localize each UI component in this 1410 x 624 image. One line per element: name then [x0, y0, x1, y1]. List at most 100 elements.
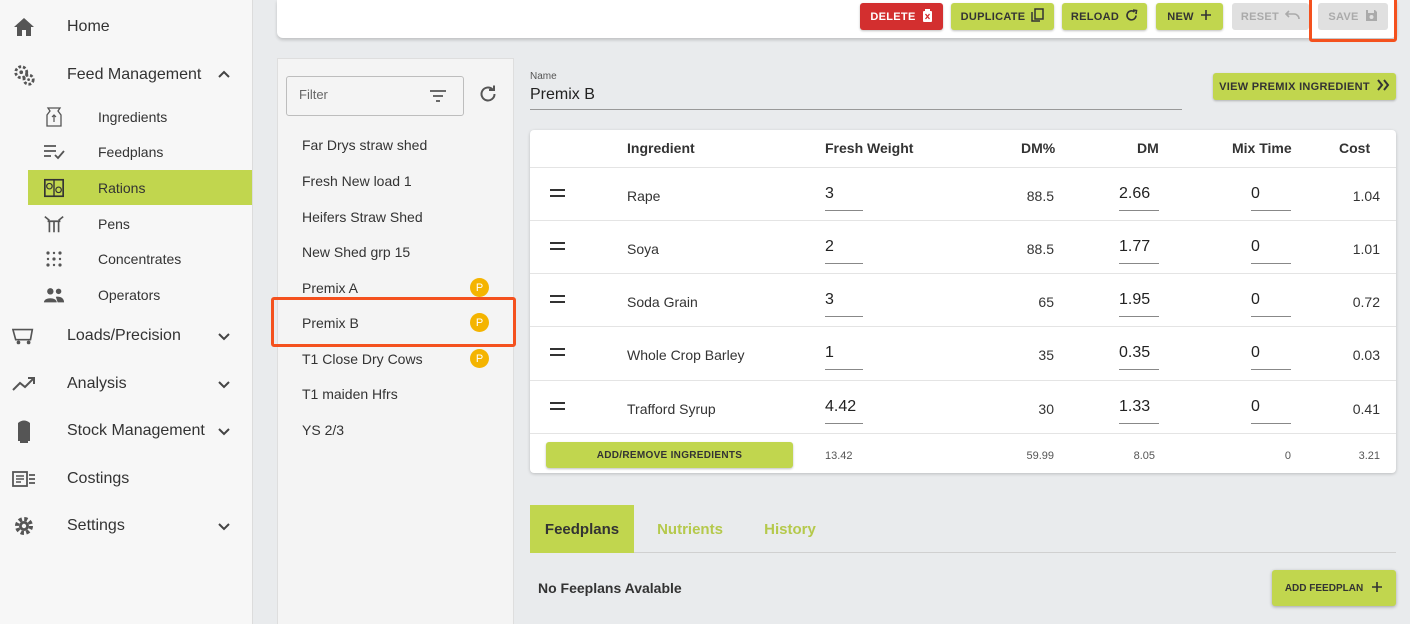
ingredient-name: Soya: [627, 241, 659, 257]
total-cost: 3.21: [1358, 450, 1380, 462]
drag-handle-icon[interactable]: [550, 189, 565, 197]
reload-button[interactable]: RELOAD: [1062, 3, 1147, 30]
list-item[interactable]: Far Drys straw shed: [278, 127, 514, 162]
dm-input[interactable]: 1.77: [1119, 238, 1159, 264]
nav-stock-management[interactable]: Stock Management: [0, 419, 252, 443]
table-row: Soda Grain 3 65 1.95 0 0.72: [530, 273, 1396, 326]
dm-input[interactable]: 0.35: [1119, 344, 1159, 370]
sidebar-item-pens[interactable]: Pens: [28, 206, 252, 241]
home-icon: [12, 15, 36, 39]
view-premix-ingredient-button[interactable]: VIEW PREMIX INGREDIENT: [1213, 73, 1396, 100]
premix-badge: P: [470, 349, 489, 368]
nav-costings-label: Costings: [67, 470, 130, 487]
dm-input[interactable]: 2.66: [1119, 185, 1159, 211]
dm-pct-value: 65: [1038, 294, 1054, 310]
copy-icon: [1031, 8, 1045, 25]
cost-value: 0.03: [1352, 347, 1380, 363]
nav-analysis[interactable]: Analysis: [0, 372, 252, 396]
drag-handle-icon[interactable]: [550, 242, 565, 250]
chevron-down-icon[interactable]: [214, 516, 234, 536]
trending-up-icon: [12, 372, 36, 396]
view-premix-button-label: VIEW PREMIX INGREDIENT: [1219, 80, 1370, 93]
dm-input[interactable]: 1.33: [1119, 398, 1159, 424]
filter-field[interactable]: [286, 76, 464, 116]
delete-button-label: DELETE: [870, 10, 916, 23]
undo-icon: [1284, 10, 1300, 23]
wagon-icon: [12, 324, 36, 348]
drag-handle-icon[interactable]: [550, 402, 565, 410]
nav-home[interactable]: Home: [0, 15, 252, 39]
tab-history[interactable]: History: [748, 505, 832, 553]
total-mix-time: 0: [1284, 450, 1291, 462]
filter-icon[interactable]: [429, 89, 447, 108]
sidebar-item-rations[interactable]: Rations: [28, 170, 252, 205]
chevron-down-icon[interactable]: [214, 326, 234, 346]
nav-loads-precision-label: Loads/Precision: [67, 327, 181, 344]
nav-analysis-label: Analysis: [67, 375, 127, 392]
sidebar-item-concentrates[interactable]: Concentrates: [28, 241, 252, 276]
sidebar-item-feedplans[interactable]: Feedplans: [28, 134, 252, 169]
detail-tabs: Feedplans Nutrients History: [530, 505, 1396, 553]
nav-feed-management[interactable]: Feed Management: [0, 63, 252, 87]
pens-icon: [43, 213, 65, 235]
nav-home-label: Home: [67, 18, 110, 35]
mix-time-input[interactable]: 0: [1251, 398, 1291, 424]
tab-nutrients[interactable]: Nutrients: [640, 505, 740, 553]
sidebar-item-ingredients[interactable]: Ingredients: [28, 99, 252, 134]
mix-time-input[interactable]: 0: [1251, 185, 1291, 211]
chevron-down-icon[interactable]: [214, 374, 234, 394]
delete-button[interactable]: DELETE: [860, 3, 943, 30]
dm-input[interactable]: 1.95: [1119, 291, 1159, 317]
fresh-weight-input[interactable]: 2: [825, 238, 863, 264]
column-header-ingredient: Ingredient: [627, 140, 695, 156]
toolbar: [277, 0, 1397, 38]
cost-value: 0.72: [1352, 294, 1380, 310]
name-field-underline: [530, 109, 1182, 110]
gears-icon: [12, 63, 36, 87]
list-item-label: Fresh New load 1: [302, 172, 412, 189]
drag-handle-icon[interactable]: [550, 348, 565, 356]
premix-badge: P: [470, 278, 489, 297]
silo-icon: [12, 419, 36, 443]
list-item[interactable]: Heifers Straw Shed: [278, 199, 514, 234]
fresh-weight-input[interactable]: 1: [825, 344, 863, 370]
sack-icon: [43, 106, 65, 128]
name-field[interactable]: Premix B: [530, 86, 595, 104]
drag-handle-icon[interactable]: [550, 295, 565, 303]
nav-costings[interactable]: Costings: [0, 467, 252, 491]
add-feedplan-button[interactable]: ADD FEEDPLAN: [1272, 570, 1396, 606]
list-item[interactable]: T1 maiden Hfrs: [278, 376, 514, 411]
dm-pct-value: 88.5: [1026, 241, 1054, 257]
fresh-weight-input[interactable]: 4.42: [825, 398, 863, 424]
list-item[interactable]: New Shed grp 15: [278, 234, 514, 269]
reset-button[interactable]: RESET: [1232, 3, 1309, 30]
duplicate-button[interactable]: DUPLICATE: [951, 3, 1054, 30]
mix-time-input[interactable]: 0: [1251, 238, 1291, 264]
fresh-weight-input[interactable]: 3: [825, 291, 863, 317]
list-item[interactable]: YS 2/3: [278, 412, 514, 447]
filter-input[interactable]: [299, 87, 419, 102]
mix-time-input[interactable]: 0: [1251, 291, 1291, 317]
ingredient-name: Trafford Syrup: [627, 401, 716, 417]
selected-item-highlight-box: [271, 297, 516, 347]
rations-book-icon: [43, 177, 65, 199]
double-chevron-right-icon: [1376, 79, 1390, 94]
refresh-icon[interactable]: [478, 84, 498, 109]
refresh-icon: [1125, 8, 1138, 25]
add-remove-ingredients-button[interactable]: ADD/REMOVE INGREDIENTS: [546, 442, 793, 468]
new-button[interactable]: NEW: [1156, 3, 1223, 30]
nav-feed-management-label: Feed Management: [67, 66, 202, 83]
mix-time-input[interactable]: 0: [1251, 344, 1291, 370]
sidebar-item-operators[interactable]: Operators: [28, 277, 252, 312]
list-item-label: YS 2/3: [302, 421, 345, 438]
checklist-icon: [43, 141, 65, 163]
tab-feedplans[interactable]: Feedplans: [530, 505, 634, 553]
people-icon: [43, 284, 65, 306]
nav-loads-precision[interactable]: Loads/Precision: [0, 324, 252, 348]
sidebar-item-label: Pens: [98, 215, 130, 232]
chevron-up-icon[interactable]: [214, 65, 234, 85]
nav-settings[interactable]: Settings: [0, 514, 252, 538]
fresh-weight-input[interactable]: 3: [825, 185, 863, 211]
list-item[interactable]: Fresh New load 1: [278, 163, 514, 198]
chevron-down-icon[interactable]: [214, 421, 234, 441]
